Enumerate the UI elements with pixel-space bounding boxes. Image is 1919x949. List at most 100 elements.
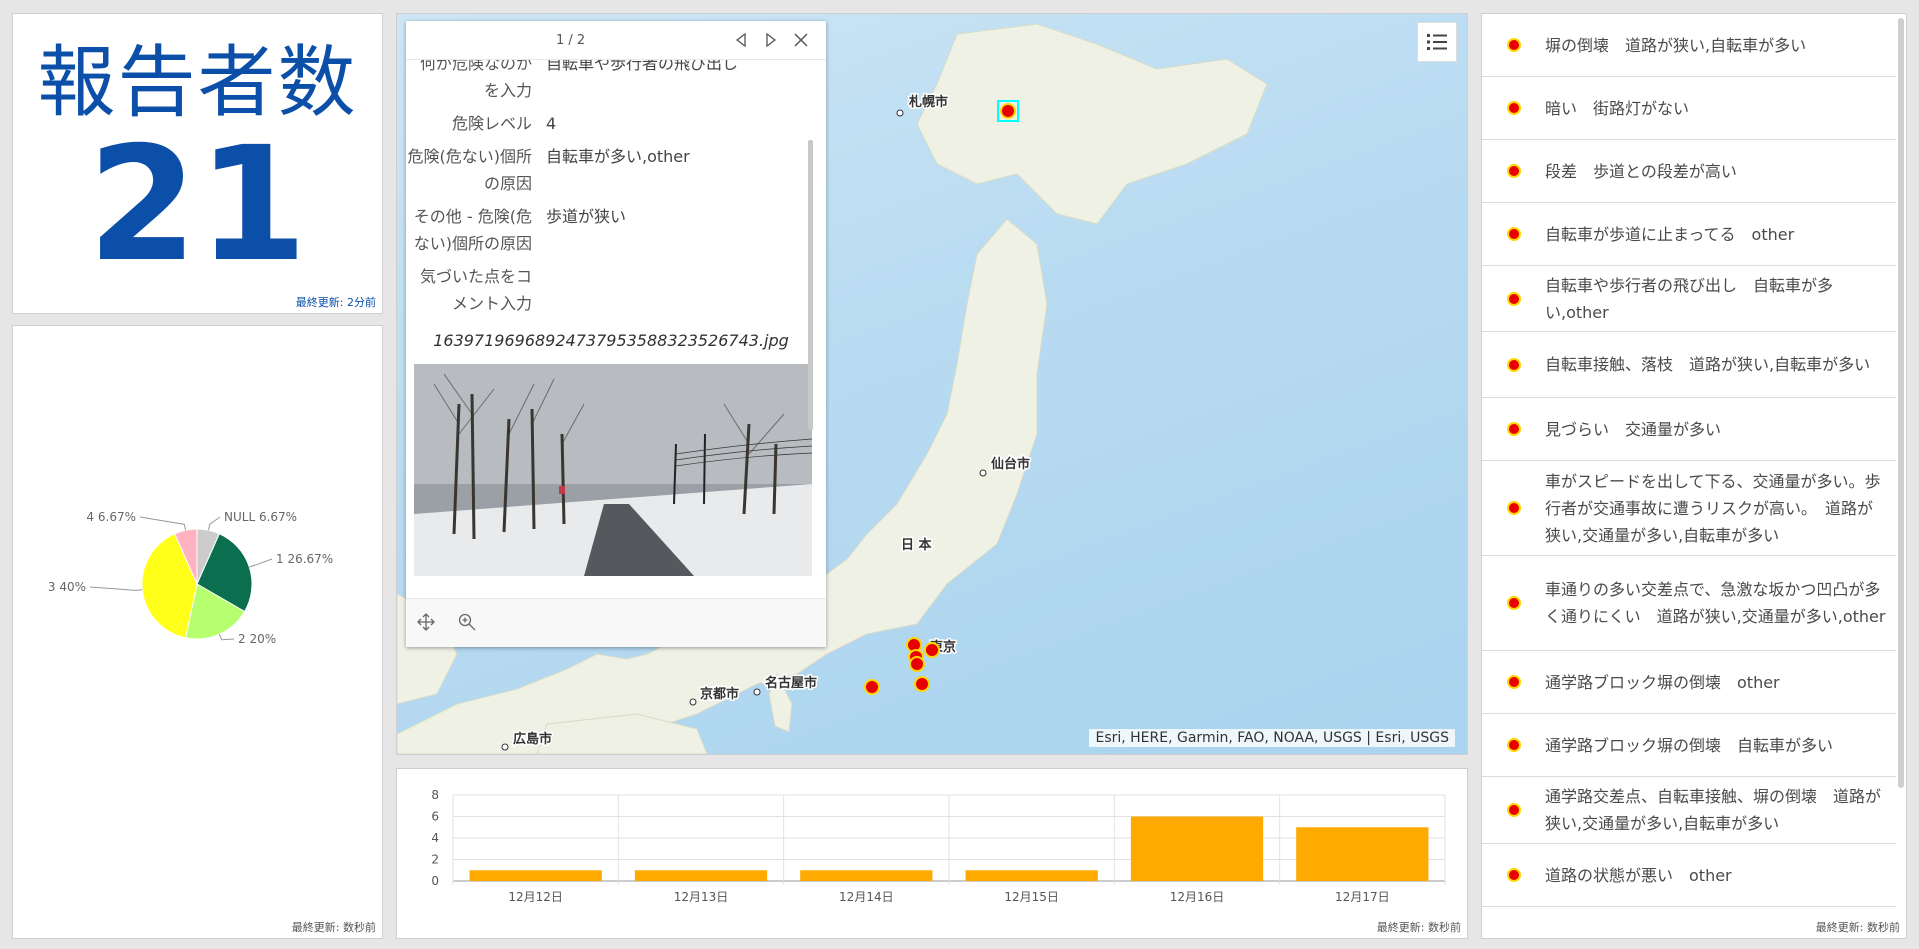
x-tick-label: 12月16日: [1170, 890, 1225, 904]
report-marker[interactable]: [924, 642, 940, 658]
x-tick-label: 12月13日: [674, 890, 729, 904]
popup-field-row: 気づいた点をコメント入力: [406, 263, 816, 317]
report-marker-icon: [1507, 227, 1521, 241]
list-item-text: 車がスピードを出して下る、交通量が多い。歩行者が交通事故に遭うリスクが高い。 道…: [1545, 471, 1881, 545]
report-marker[interactable]: [1000, 103, 1016, 119]
pie-leader-line: [218, 634, 235, 641]
map-attribution: Esri, HERE, Garmin, FAO, NOAA, USGS | Es…: [1089, 729, 1455, 747]
bar-5[interactable]: [1130, 816, 1264, 882]
popup-field-row: 危険(危ない)個所の原因 自転車が多い,other: [406, 143, 816, 197]
pan-to-icon[interactable]: [415, 611, 437, 633]
pie-chart: NULL 6.67% 1 26.67% 2 20% 3 40% 4 6.67%: [48, 510, 333, 646]
report-marker-icon: [1507, 675, 1521, 689]
popup-field-value: [546, 263, 816, 317]
list-item[interactable]: 通学路ブロック塀の倒壊 自転車が多い: [1482, 714, 1896, 777]
popup-field-row: 危険レベル 4: [406, 110, 816, 137]
popup-content[interactable]: 何が危険なのかを入力 自転車や歩行者の飛び出し 危険レベル 4 危険(危ない)個…: [406, 60, 816, 596]
report-marker-icon: [1507, 291, 1521, 306]
list-item[interactable]: 通学路ブロック塀の倒壊 other: [1482, 651, 1896, 714]
report-marker[interactable]: [909, 656, 925, 672]
pie-last-updated: 最終更新: 数秒前: [291, 921, 376, 934]
bar-last-updated: 最終更新: 数秒前: [1376, 921, 1461, 934]
zoom-to-icon[interactable]: [456, 611, 478, 633]
list-item-text: 自転車や歩行者の飛び出し 自転車が多い,other: [1545, 275, 1834, 322]
list-item[interactable]: 通学路交差点、自転車接触、塀の倒壊 道路が狭い,交通量が多い,自転車が多い: [1482, 777, 1896, 844]
list-item-text: 段差 歩道との段差が高い: [1545, 161, 1737, 181]
list-item[interactable]: 自転車が歩道に止まってる other: [1482, 203, 1896, 266]
bar-1[interactable]: [469, 870, 602, 881]
pie-label: 3 40%: [48, 580, 86, 594]
report-marker-icon: [1507, 501, 1521, 515]
popup-field-label: 危険レベル: [451, 114, 532, 133]
report-marker-icon: [1507, 101, 1521, 115]
report-marker-icon: [1507, 422, 1521, 436]
list-item[interactable]: 車通りの多い交差点で、急激な坂かつ凹凸が多く通りにくい 道路が狭い,交通量が多い…: [1482, 556, 1896, 651]
list-item[interactable]: 段差 歩道との段差が高い: [1482, 140, 1896, 203]
list-item-text: 通学路交差点、自転車接触、塀の倒壊 道路が狭い,交通量が多い,自転車が多い: [1545, 787, 1882, 833]
popup-field-value: 自転車や歩行者の飛び出し: [546, 60, 739, 73]
list-item[interactable]: 自転車接触、落枝 道路が狭い,自転車が多い: [1482, 332, 1896, 398]
list-item[interactable]: 自転車や歩行者の飛び出し 自転車が多い,other: [1482, 266, 1896, 332]
legend-list-icon[interactable]: [1417, 22, 1457, 62]
pie-label: NULL 6.67%: [224, 510, 297, 524]
list-item-text: 道路の状態が悪い other: [1545, 865, 1732, 885]
popup-field-label: 気づいた点をコメント入力: [419, 267, 532, 313]
map-panel[interactable]: 札幌市 仙台市 日 本 東京 名古屋市 京都市 広島市 Esri, HERE, …: [396, 13, 1468, 755]
popup-previous-button[interactable]: [730, 29, 752, 51]
report-marker-icon: [1507, 38, 1521, 52]
svg-text:仙台市: 仙台市: [991, 456, 1030, 472]
bar-4[interactable]: [965, 870, 1098, 881]
attachment-photo[interactable]: [414, 364, 812, 576]
list-item-text: 自転車接触、落枝 道路が狭い,自転車が多い: [1545, 355, 1871, 374]
indicator-last-updated: 最終更新: 2分前: [295, 296, 376, 309]
popup-close-button[interactable]: [790, 29, 812, 51]
list-item[interactable]: 見づらい 交通量が多い: [1482, 398, 1896, 461]
pie-leader-line: [249, 558, 273, 568]
popup-field-row: その他 - 危険(危ない)個所の原因 歩道が狭い: [406, 203, 816, 257]
pie-label: 1 26.67%: [276, 552, 333, 566]
x-tick-label: 12月12日: [508, 890, 563, 904]
bar-3[interactable]: [800, 870, 933, 881]
list-item-text: 通学路ブロック塀の倒壊 other: [1545, 672, 1780, 692]
attachment-filename[interactable]: 1639719696892473795358832352674​3.jpg: [406, 331, 816, 350]
x-tick-label: 12月17日: [1335, 890, 1390, 904]
pie-label: 4 6.67%: [86, 510, 136, 524]
popup-next-button[interactable]: [760, 29, 782, 51]
list-item[interactable]: 道路の状態が悪い other: [1482, 844, 1896, 907]
report-list-panel[interactable]: 塀の倒壊 道路が狭い,自転車が多い暗い 街路灯がない段差 歩道との段差が高い自転…: [1481, 13, 1907, 939]
list-scrollbar[interactable]: [1898, 18, 1904, 788]
y-tick-label: 0: [431, 874, 439, 888]
report-list[interactable]: 塀の倒壊 道路が狭い,自転車が多い暗い 街路灯がない段差 歩道との段差が高い自転…: [1482, 14, 1896, 938]
popup-field-value: 自転車が多い,other: [546, 147, 690, 166]
triangle-right-icon: [766, 33, 777, 47]
list-item-text: 暗い 街路灯がない: [1545, 98, 1690, 118]
country-label-japan: 日 本: [900, 536, 934, 555]
popup-scrollbar[interactable]: [808, 140, 813, 430]
reporter-count-indicator: 報告者数 21 最終更新: 2分前: [12, 13, 383, 314]
list-item[interactable]: 暗い 街路灯がない: [1482, 77, 1896, 140]
report-marker[interactable]: [914, 676, 930, 692]
list-item[interactable]: 塀の倒壊 道路が狭い,自転車が多い: [1482, 14, 1896, 77]
bar-6[interactable]: [1296, 827, 1429, 881]
y-tick-label: 2: [431, 853, 439, 867]
popup-footer: [406, 598, 826, 647]
list-item-text: 見づらい 交通量が多い: [1545, 419, 1722, 439]
list-item-text: 通学路ブロック塀の倒壊 自転車が多い: [1545, 735, 1834, 755]
popup-field-row: 何が危険なのかを入力 自転車や歩行者の飛び出し: [406, 60, 816, 104]
close-icon: [794, 33, 808, 47]
pie-leader-line: [207, 516, 221, 531]
feature-popup[interactable]: 1 / 2 何が危険なのかを入力 自転車や歩行者の飛び出し 危険レベル 4 危険…: [406, 21, 826, 647]
list-item-text: 自転車が歩道に止まってる other: [1545, 224, 1795, 244]
report-marker[interactable]: [864, 679, 880, 695]
triangle-left-icon: [735, 33, 746, 47]
pie-leader-line: [139, 516, 187, 531]
svg-text:京都市: 京都市: [700, 686, 739, 702]
list-item[interactable]: 車がスピードを出して下る、交通量が多い。歩行者が交通事故に遭うリスクが高い。 道…: [1482, 461, 1896, 556]
bar-2[interactable]: [634, 870, 768, 881]
list-last-updated: 最終更新: 数秒前: [1815, 921, 1900, 934]
popup-field-label: その他 - 危険(危ない)個所の原因: [413, 207, 532, 253]
x-tick-label: 12月14日: [839, 890, 894, 904]
popup-field-value: 歩道が狭い: [546, 207, 627, 226]
popup-field-label: 危険(危ない)個所の原因: [407, 147, 533, 193]
x-tick-label: 12月15日: [1004, 890, 1059, 904]
